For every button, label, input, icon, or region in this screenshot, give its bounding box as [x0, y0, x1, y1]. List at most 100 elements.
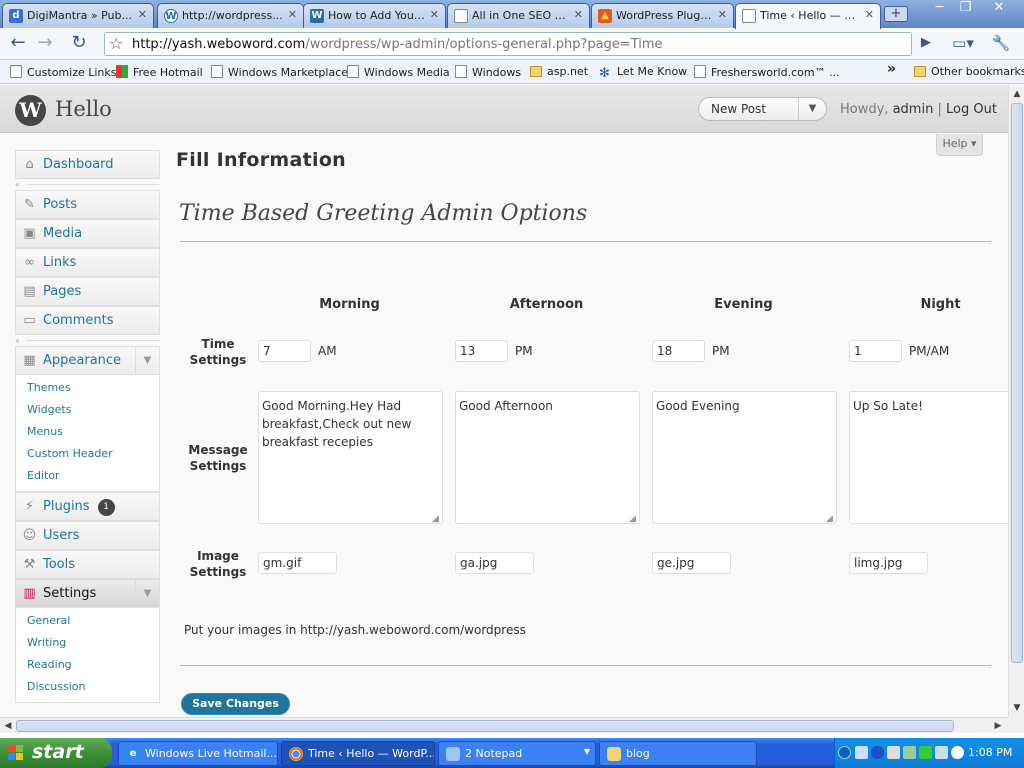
resize-grip-icon[interactable]: ◢ — [629, 514, 639, 524]
username-link[interactable]: admin — [893, 102, 934, 117]
task-chrome[interactable]: Time ‹ Hello — WordP... — [281, 741, 435, 766]
task-blog-folder[interactable]: blog — [599, 741, 757, 766]
bookmark-freshersworld[interactable]: Freshersworld.com™ ... — [694, 65, 840, 79]
reload-icon[interactable]: ↻ — [67, 32, 91, 56]
close-tab-icon[interactable]: ✕ — [718, 8, 727, 21]
update-icon[interactable] — [951, 746, 964, 759]
logout-link[interactable]: Log Out — [946, 102, 997, 117]
afternoon-message-textarea[interactable]: Good Afternoon — [455, 391, 640, 524]
wrench-menu-icon[interactable]: 🔧 — [986, 32, 1016, 56]
bookmark-free-hotmail[interactable]: Free Hotmail — [116, 65, 203, 79]
menu-dashboard[interactable]: ⌂ Dashboard — [15, 150, 160, 179]
forward-icon[interactable]: → — [33, 32, 57, 56]
network-icon[interactable] — [855, 746, 868, 759]
tray-expand-icon[interactable] — [838, 746, 851, 759]
menu-pages[interactable]: ▤ Pages — [15, 277, 160, 306]
scroll-down-icon[interactable]: ▼ — [1010, 700, 1024, 716]
submenu-custom-header[interactable]: Custom Header — [16, 443, 159, 465]
scroll-left-icon[interactable]: ◀ — [0, 719, 16, 733]
help-button[interactable]: Help ▾ — [936, 134, 983, 156]
start-button[interactable]: start — [0, 738, 112, 768]
tab-all-in-one-seo[interactable]: All in One SEO P... ✕ — [447, 3, 590, 28]
wordpress-logo-icon[interactable]: W — [15, 95, 46, 126]
menu-appearance[interactable]: ▦ Appearance ▼ — [15, 346, 160, 375]
submenu-writing[interactable]: Writing — [16, 632, 159, 654]
evening-message-textarea[interactable]: Good Evening — [652, 391, 837, 524]
submenu-reading[interactable]: Reading — [16, 654, 159, 676]
bookmark-windows-marketplace[interactable]: Windows Marketplace — [211, 65, 348, 79]
menu-settings[interactable]: ▥ Settings ▼ — [15, 579, 160, 608]
minimize-icon[interactable]: ─ — [926, 1, 953, 17]
evening-image-input[interactable] — [652, 552, 731, 574]
horizontal-scrollbar[interactable]: ◀ ▶ — [0, 717, 1008, 733]
afternoon-image-input[interactable] — [455, 552, 534, 574]
morning-message-textarea[interactable]: Good Morning.Hey Had breakfast,Check out… — [258, 391, 443, 524]
resize-grip-icon[interactable]: ◢ — [826, 514, 836, 524]
close-tab-icon[interactable]: ✕ — [288, 8, 297, 21]
afternoon-time-input[interactable] — [455, 340, 508, 362]
submenu-menus[interactable]: Menus — [16, 421, 159, 443]
save-changes-button[interactable]: Save Changes — [181, 693, 290, 715]
morning-time-input[interactable] — [258, 340, 311, 362]
submenu-general[interactable]: General — [16, 610, 159, 632]
scroll-thumb[interactable] — [1011, 103, 1023, 663]
back-icon[interactable]: ← — [6, 32, 30, 56]
go-icon[interactable]: ▶ — [914, 32, 938, 56]
page-menu-icon[interactable]: ▭▾ — [948, 32, 978, 56]
task-hotmail[interactable]: e Windows Live Hotmail... — [118, 741, 278, 766]
close-tab-icon[interactable]: ✕ — [865, 8, 874, 21]
collapse-icon[interactable]: « — [15, 336, 20, 345]
task-notepad[interactable]: 2 Notepad ▼ — [438, 741, 596, 766]
close-tab-icon[interactable]: ✕ — [574, 8, 583, 21]
bookmark-asp-net[interactable]: asp.net — [530, 65, 588, 78]
menu-comments[interactable]: ▭ Comments — [15, 306, 160, 335]
bookmark-star-icon[interactable]: ☆ — [109, 34, 123, 53]
bookmark-windows[interactable]: Windows — [455, 65, 521, 79]
tab-wordpress[interactable]: W http://wordpress... ✕ — [157, 3, 304, 28]
address-bar[interactable]: ☆ http://yash.weboword.com/wordpress/wp-… — [104, 32, 912, 56]
menu-plugins[interactable]: ⚡ Plugins 1 — [15, 492, 160, 521]
close-tab-icon[interactable]: ✕ — [430, 8, 439, 21]
security-icon[interactable] — [919, 746, 932, 759]
scroll-up-icon[interactable]: ▲ — [1010, 86, 1024, 102]
close-tab-icon[interactable]: ✕ — [138, 8, 147, 21]
menu-links[interactable]: ∞ Links — [15, 248, 160, 277]
night-image-input[interactable] — [849, 552, 928, 574]
morning-image-input[interactable] — [258, 552, 337, 574]
submenu-editor[interactable]: Editor — [16, 465, 159, 487]
site-name[interactable]: Hello — [55, 97, 112, 121]
tab-time-hello[interactable]: Time ‹ Hello — W... ✕ — [735, 3, 881, 29]
printer-icon[interactable] — [903, 746, 916, 759]
scroll-right-icon[interactable]: ▶ — [990, 719, 1006, 733]
night-time-input[interactable] — [849, 340, 902, 362]
chevron-down-icon[interactable]: ▼ — [135, 580, 159, 607]
menu-posts[interactable]: ✎ Posts — [15, 190, 160, 219]
submenu-themes[interactable]: Themes — [16, 377, 159, 399]
maximize-icon[interactable]: ❐ — [952, 1, 979, 17]
scroll-thumb[interactable] — [16, 720, 954, 732]
vertical-scrollbar[interactable]: ▲ ▼ — [1008, 85, 1024, 717]
dropdown-arrow-icon[interactable]: ▼ — [798, 98, 826, 120]
app-icon[interactable] — [935, 746, 948, 759]
submenu-discussion[interactable]: Discussion — [16, 676, 159, 698]
bluetooth-icon[interactable] — [871, 746, 884, 759]
tab-how-to-add[interactable]: W How to Add Your... ✕ — [303, 3, 446, 28]
volume-icon[interactable] — [887, 746, 900, 759]
night-message-textarea[interactable]: Up So Late! — [849, 391, 1008, 524]
menu-media[interactable]: ▣ Media — [15, 219, 160, 248]
tab-wordpress-plugins[interactable]: ▲ WordPress Plugin... ✕ — [591, 3, 734, 28]
chevron-down-icon[interactable]: ▼ — [135, 347, 159, 374]
bookmark-let-me-know[interactable]: ✻ Let Me Know — [599, 65, 687, 81]
menu-users[interactable]: ☺ Users — [15, 521, 160, 550]
menu-tools[interactable]: ⚒ Tools — [15, 550, 160, 579]
chevron-down-icon[interactable]: ▼ — [584, 747, 590, 756]
close-window-icon[interactable]: ✕ — [984, 1, 1014, 17]
resize-grip-icon[interactable]: ◢ — [432, 514, 442, 524]
new-tab-button[interactable]: + — [884, 6, 908, 22]
tab-digimantra[interactable]: d DigiMantra » Pub... ✕ — [2, 3, 154, 28]
submenu-widgets[interactable]: Widgets — [16, 399, 159, 421]
bookmarks-overflow-button[interactable]: » — [887, 61, 896, 77]
bookmark-windows-media[interactable]: Windows Media — [347, 65, 450, 79]
collapse-icon[interactable]: « — [15, 180, 20, 189]
new-post-dropdown[interactable]: New Post ▼ — [698, 97, 827, 121]
